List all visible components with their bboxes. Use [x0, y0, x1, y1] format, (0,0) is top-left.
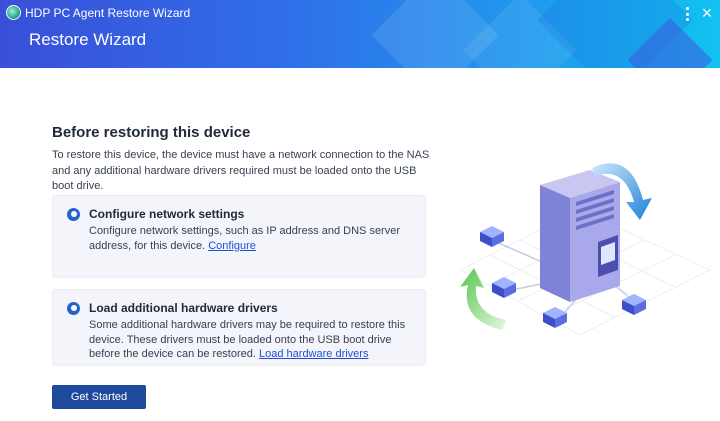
title-bar: HDP PC Agent Restore Wizard ×: [0, 0, 720, 26]
get-started-button[interactable]: Get Started: [52, 385, 146, 409]
configure-link[interactable]: Configure: [208, 240, 256, 252]
app-icon: [6, 5, 21, 20]
server-tower: [540, 170, 620, 302]
card-description: Some additional hardware drivers may be …: [89, 318, 411, 362]
info-pin-icon: [67, 208, 80, 221]
card-description: Configure network settings, such as IP a…: [89, 224, 411, 253]
network-settings-card: Configure network settings Configure net…: [52, 195, 426, 278]
restore-arrow-green: [460, 268, 506, 330]
node-box: [492, 277, 516, 298]
more-options-icon[interactable]: [680, 6, 694, 22]
page-title: Restore Wizard: [29, 30, 147, 49]
node-box: [543, 307, 567, 328]
card-title: Load additional hardware drivers: [89, 301, 278, 315]
card-title: Configure network settings: [89, 207, 245, 221]
section-title: Before restoring this device: [52, 124, 251, 141]
load-hardware-drivers-link[interactable]: Load hardware drivers: [259, 348, 368, 360]
header-banner: HDP PC Agent Restore Wizard × Restore Wi…: [0, 0, 720, 68]
network-restore-illustration: [458, 163, 712, 336]
intro-text: To restore this device, the device must …: [52, 149, 430, 192]
info-pin-icon: [67, 302, 80, 315]
close-button[interactable]: ×: [698, 4, 716, 22]
window-title: HDP PC Agent Restore Wizard: [25, 6, 191, 20]
hardware-drivers-card: Load additional hardware drivers Some ad…: [52, 289, 426, 366]
